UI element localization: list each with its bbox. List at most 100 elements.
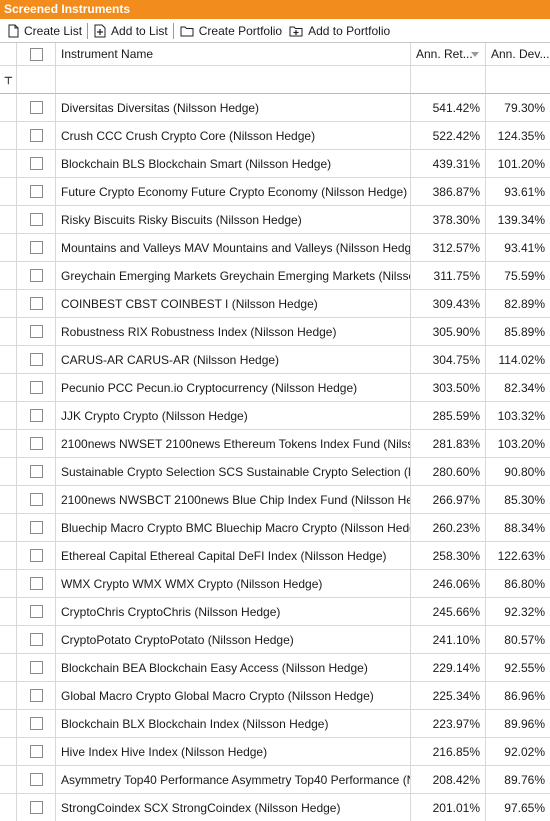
ann-dev-cell: 82.89% [486, 290, 550, 318]
table-row[interactable]: Sustainable Crypto Selection SCS Sustain… [0, 458, 550, 486]
ann-dev-cell: 103.20% [486, 430, 550, 458]
table-row[interactable]: CryptoPotato CryptoPotato (Nilsson Hedge… [0, 626, 550, 654]
row-indicator-cell [0, 318, 17, 346]
table-row[interactable]: Diversitas Diversitas (Nilsson Hedge) 541… [0, 94, 550, 122]
row-checkbox[interactable] [29, 633, 43, 646]
table-row[interactable]: COINBEST CBST COINBEST I (Nilsson Hedge)… [0, 290, 550, 318]
row-select-cell [17, 150, 56, 178]
header-ann-ret-label: Ann. Ret... [416, 47, 473, 61]
row-checkbox[interactable] [29, 157, 43, 170]
table-row[interactable]: Robustness RIX Robustness Index (Nilsson… [0, 318, 550, 346]
filter-indicator-cell: ⊤ [0, 66, 17, 94]
table-row[interactable]: Greychain Emerging Markets Greychain Eme… [0, 262, 550, 290]
table-row[interactable]: 2100news NWSET 2100news Ethereum Tokens … [0, 430, 550, 458]
table-row[interactable]: 2100news NWSBCT 2100news Blue Chip Index… [0, 486, 550, 514]
instrument-name-cell: Diversitas Diversitas (Nilsson Hedge) [56, 94, 411, 122]
row-indicator-cell [0, 402, 17, 430]
table-row[interactable]: Bluechip Macro Crypto BMC Bluechip Macro… [0, 514, 550, 542]
row-checkbox[interactable] [29, 325, 43, 338]
create-list-button[interactable]: Create List [3, 21, 85, 41]
filter-ann-dev-input[interactable] [486, 66, 550, 94]
instrument-name-cell: Asymmetry Top40 Performance Asymmetry To… [56, 766, 411, 794]
toolbar-separator [172, 23, 174, 39]
select-all-checkbox[interactable] [29, 47, 43, 61]
row-checkbox[interactable] [29, 717, 43, 730]
table-row[interactable]: Blockchain BEA Blockchain Easy Access (N… [0, 654, 550, 682]
row-indicator-cell [0, 346, 17, 374]
row-indicator-cell [0, 458, 17, 486]
sort-descending-icon [471, 52, 479, 57]
ann-dev-cell: 86.80% [486, 570, 550, 598]
header-ann-dev[interactable]: Ann. Dev... [486, 43, 550, 66]
add-document-icon [94, 24, 106, 38]
add-folder-icon [289, 26, 303, 37]
row-checkbox[interactable] [29, 801, 43, 814]
table-row[interactable]: Pecunio PCC Pecun.io Cryptocurrency (Nil… [0, 374, 550, 402]
header-instrument-name[interactable]: Instrument Name [56, 43, 411, 66]
row-select-cell [17, 430, 56, 458]
row-checkbox[interactable] [29, 213, 43, 226]
row-checkbox[interactable] [29, 661, 43, 674]
table-row[interactable]: Asymmetry Top40 Performance Asymmetry To… [0, 766, 550, 794]
instrument-name-cell: Sustainable Crypto Selection SCS Sustain… [56, 458, 411, 486]
row-select-cell [17, 290, 56, 318]
row-checkbox[interactable] [29, 605, 43, 618]
ann-ret-cell: 309.43% [411, 290, 486, 318]
row-checkbox[interactable] [29, 577, 43, 590]
create-list-label: Create List [24, 24, 83, 38]
ann-dev-cell: 90.80% [486, 458, 550, 486]
add-to-list-button[interactable]: Add to List [90, 21, 171, 41]
add-to-portfolio-button[interactable]: Add to Portfolio [285, 21, 393, 41]
header-ann-ret[interactable]: Ann. Ret... [411, 43, 486, 66]
row-checkbox[interactable] [29, 773, 43, 786]
table-row[interactable]: Hive Index Hive Index (Nilsson Hedge) 216… [0, 738, 550, 766]
ann-dev-cell: 122.63% [486, 542, 550, 570]
table-row[interactable]: Risky Biscuits Risky Biscuits (Nilsson H… [0, 206, 550, 234]
table-row[interactable]: CARUS-AR CARUS-AR (Nilsson Hedge) 304.75%… [0, 346, 550, 374]
row-checkbox[interactable] [29, 297, 43, 310]
ann-dev-cell: 80.57% [486, 626, 550, 654]
row-checkbox[interactable] [29, 549, 43, 562]
row-select-cell [17, 598, 56, 626]
row-checkbox[interactable] [29, 493, 43, 506]
row-checkbox[interactable] [29, 437, 43, 450]
row-checkbox[interactable] [29, 745, 43, 758]
row-checkbox[interactable] [29, 185, 43, 198]
table-row[interactable]: WMX Crypto WMX WMX Crypto (Nilsson Hedge… [0, 570, 550, 598]
instrument-name-cell: Bluechip Macro Crypto BMC Bluechip Macro… [56, 514, 411, 542]
filter-name-input[interactable] [56, 66, 411, 94]
table-row[interactable]: Future Crypto Economy Future Crypto Econ… [0, 178, 550, 206]
table-row[interactable]: Blockchain BLX Blockchain Index (Nilsson… [0, 710, 550, 738]
row-checkbox[interactable] [29, 689, 43, 702]
filter-icon[interactable]: ⊤ [4, 76, 13, 87]
table-row[interactable]: Crush CCC Crush Crypto Core (Nilsson Hed… [0, 122, 550, 150]
row-indicator-cell [0, 430, 17, 458]
table-row[interactable]: Blockchain BLS Blockchain Smart (Nilsson… [0, 150, 550, 178]
table-row[interactable]: JJK Crypto Crypto (Nilsson Hedge) 285.59%… [0, 402, 550, 430]
table-row[interactable]: StrongCoindex SCX StrongCoindex (Nilsson… [0, 794, 550, 821]
row-checkbox[interactable] [29, 269, 43, 282]
ann-dev-cell: 139.34% [486, 206, 550, 234]
row-checkbox[interactable] [29, 521, 43, 534]
row-checkbox[interactable] [29, 381, 43, 394]
filter-ann-ret-input[interactable] [411, 66, 486, 94]
row-indicator-cell [0, 206, 17, 234]
row-indicator-cell [0, 654, 17, 682]
ann-ret-cell: 311.75% [411, 262, 486, 290]
instrument-name-cell: CryptoChris CryptoChris (Nilsson Hedge) [56, 598, 411, 626]
ann-ret-cell: 439.31% [411, 150, 486, 178]
row-checkbox[interactable] [29, 353, 43, 366]
row-checkbox[interactable] [29, 409, 43, 422]
row-indicator-cell [0, 234, 17, 262]
row-indicator-cell [0, 794, 17, 821]
row-checkbox[interactable] [29, 101, 43, 114]
table-row[interactable]: Mountains and Valleys MAV Mountains and … [0, 234, 550, 262]
create-portfolio-button[interactable]: Create Portfolio [176, 21, 285, 41]
table-row[interactable]: Ethereal Capital Ethereal Capital DeFI I… [0, 542, 550, 570]
table-row[interactable]: Global Macro Crypto Global Macro Crypto … [0, 682, 550, 710]
row-checkbox[interactable] [29, 129, 43, 142]
table-row[interactable]: CryptoChris CryptoChris (Nilsson Hedge) 2… [0, 598, 550, 626]
row-checkbox[interactable] [29, 465, 43, 478]
row-select-cell [17, 542, 56, 570]
row-checkbox[interactable] [29, 241, 43, 254]
